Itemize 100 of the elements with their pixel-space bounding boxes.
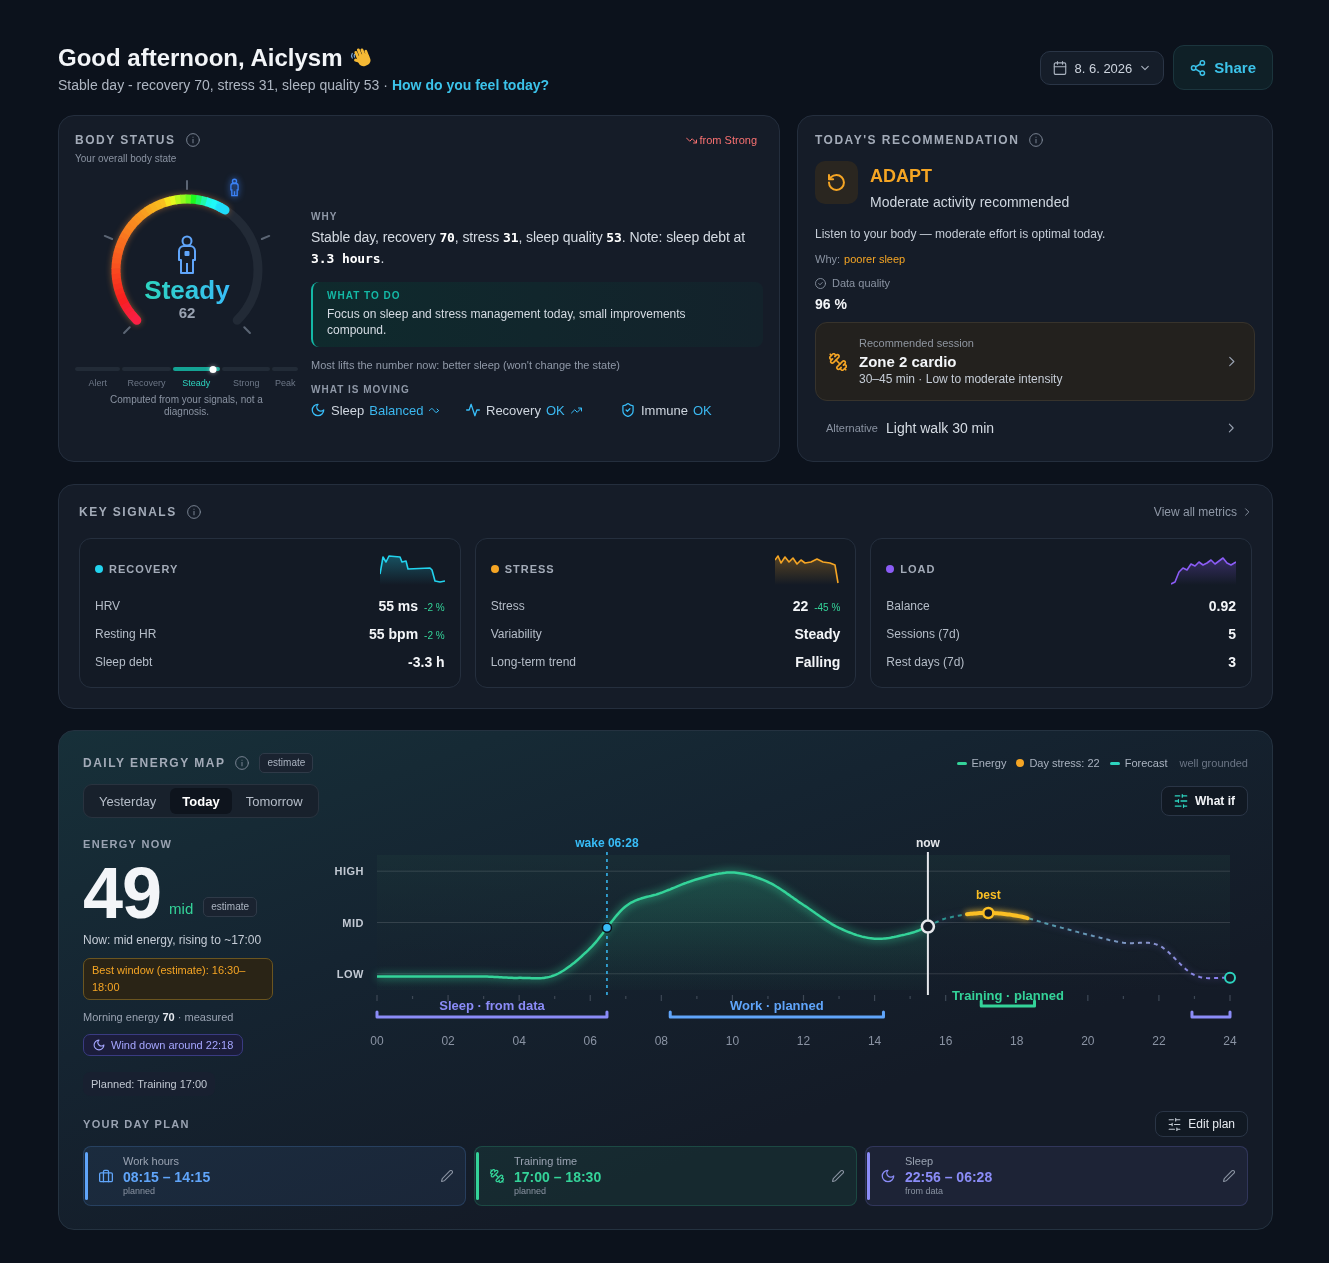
- briefcase-icon: [99, 1169, 113, 1183]
- planned-chip: Planned: Training 17:00: [83, 1072, 216, 1096]
- disclaimer-text: Computed from your signals, not a diagnosis.: [109, 394, 264, 418]
- feel-today-link[interactable]: How do you feel today?: [391, 77, 550, 93]
- axis-label: 24: [1223, 1034, 1237, 1048]
- metric-label: Rest days (7d): [886, 655, 965, 669]
- plan-label: Work hours: [123, 1155, 181, 1168]
- plan-card[interactable]: Sleep 22:56 – 06:28 from data: [865, 1146, 1248, 1206]
- metric-label: Stress: [490, 599, 525, 613]
- plan-note: from data: [905, 1186, 945, 1197]
- sliders-icon: [1174, 794, 1188, 808]
- trend-sparkline: [775, 553, 841, 585]
- signal-title: STRESS: [504, 563, 555, 575]
- info-icon: [186, 505, 201, 519]
- session-details: 30–45 min · Low to moderate intensity: [859, 371, 1064, 387]
- day-tab[interactable]: Today: [170, 788, 232, 814]
- card-title: BODY STATUS: [75, 132, 176, 148]
- person-icon: [177, 235, 196, 274]
- metric-label: Variability: [490, 627, 542, 641]
- axis-label: MID: [342, 916, 364, 929]
- axis-label: 02: [441, 1034, 455, 1048]
- day-tab[interactable]: Tomorrow: [233, 788, 315, 814]
- wind-down-text: Wind down around 22:18: [111, 1038, 234, 1052]
- scale-label: Steady: [181, 377, 212, 389]
- what-if-button[interactable]: What if: [1161, 786, 1248, 816]
- section-label: YOUR DAY PLAN: [83, 1117, 190, 1131]
- greeting-title: Good afternoon, Aiclysm: [58, 43, 343, 73]
- metric-label: Resting HR: [95, 627, 157, 641]
- calendar-icon: [1053, 61, 1068, 75]
- wake-point: [601, 922, 613, 934]
- trend-down-icon: [685, 134, 697, 146]
- quality-label: Data quality: [832, 276, 891, 290]
- card-title: DAILY ENERGY MAP: [83, 755, 226, 771]
- metric-label: Long-term trend: [490, 655, 577, 669]
- moon-icon: [93, 1039, 105, 1051]
- span-label: Sleep · from data: [439, 998, 545, 1013]
- metric-value: Steady: [794, 626, 841, 642]
- metric-label: Sleep debt: [95, 655, 153, 669]
- plan-time: 17:00 – 18:30: [514, 1168, 603, 1186]
- legend-label: Day stress: 22: [1029, 757, 1100, 769]
- date-picker[interactable]: 8. 6. 2026: [1040, 51, 1165, 85]
- metric-value: 3: [1228, 654, 1236, 670]
- why-value: poorer sleep: [844, 252, 906, 266]
- metric-label: Sessions (7d): [886, 627, 960, 641]
- metric-value: 0.92: [1208, 598, 1236, 614]
- section-label: WHAT TO DO: [327, 289, 402, 303]
- metric-value: -3.3 h: [408, 654, 445, 670]
- scale-label: Strong: [231, 377, 261, 389]
- axis-label: 14: [867, 1034, 882, 1048]
- plan-time: 22:56 – 06:28: [905, 1168, 994, 1186]
- edit-plan-button[interactable]: Edit plan: [1155, 1111, 1248, 1137]
- scale-label: Recovery: [126, 377, 167, 389]
- info-icon: [1029, 133, 1044, 147]
- signal-label: Recovery: [486, 402, 541, 418]
- session-caption: Recommended session: [859, 336, 975, 350]
- state-label: Steady: [143, 275, 230, 305]
- metric-value: Falling: [795, 654, 841, 670]
- summary-text: Stable day - recovery 70, stress 31, sleep quality 53 · How do you feel today?: [58, 76, 550, 95]
- section-label: ENERGY NOW: [83, 837, 173, 851]
- alternative-name[interactable]: Light walk 30 min: [886, 420, 1217, 436]
- sliders-icon: [1168, 1117, 1182, 1131]
- advice-text: Listen to your body — moderate effort is optimal today.: [815, 226, 1107, 242]
- legend-note: well grounded: [1179, 757, 1248, 769]
- todo-text: Focus on sleep and stress management today, small improvements compound.: [327, 306, 687, 338]
- span-label: Training · planned: [951, 988, 1064, 1003]
- alternative-label: Alternative: [826, 422, 878, 434]
- signal-label: Sleep: [331, 402, 365, 418]
- axis-label: 10: [725, 1034, 740, 1048]
- now-label: now: [915, 836, 940, 850]
- view-all-link[interactable]: View all metrics: [1153, 505, 1252, 519]
- pulse-icon: [466, 403, 480, 417]
- wake-label: wake 06:28: [575, 836, 639, 850]
- best-point: [982, 906, 995, 920]
- energy-summary: Now: mid energy, rising to ~17:00: [83, 932, 262, 948]
- share-button[interactable]: Share: [1173, 45, 1273, 90]
- best-label: best: [975, 887, 1001, 902]
- status-value: OK: [545, 402, 565, 418]
- metric-value: 5: [1228, 626, 1236, 642]
- rotate-icon: [815, 161, 858, 204]
- legend-label: Energy: [971, 757, 1007, 769]
- card-subtitle: Your overall body state: [75, 152, 178, 166]
- axis-label: LOW: [336, 967, 364, 980]
- plan-card[interactable]: Work hours 08:15 – 14:15 planned: [83, 1146, 466, 1206]
- metric-label: Balance: [886, 599, 930, 613]
- check-circle-icon: [815, 277, 826, 289]
- morning-energy-text: Morning energy 70 · measured: [83, 1010, 234, 1024]
- metric-delta: -2 %: [424, 630, 445, 641]
- axis-label: HIGH: [334, 865, 364, 878]
- session-card[interactable]: Recommended session Zone 2 cardio 30–45 min · Low to moderate intensity: [815, 322, 1255, 401]
- card-title: KEY SIGNALS: [79, 504, 177, 520]
- plan-card[interactable]: Training time 17:00 – 18:30 planned: [474, 1146, 857, 1206]
- card-title: TODAY'S RECOMMENDATION: [815, 132, 1020, 148]
- axis-label: 16: [939, 1034, 953, 1048]
- day-tab[interactable]: Yesterday: [87, 788, 169, 814]
- best-highlight: [965, 911, 1030, 921]
- dumbbell-icon: [829, 352, 847, 371]
- signal-title: LOAD: [900, 563, 936, 575]
- info-icon: [185, 133, 200, 147]
- info-icon: [235, 756, 250, 770]
- pencil-icon: [832, 1170, 844, 1182]
